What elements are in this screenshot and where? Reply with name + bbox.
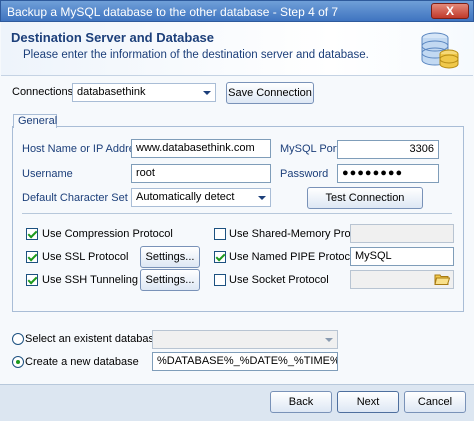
footer-bar	[0, 384, 474, 421]
shared-memory-checkbox[interactable]	[214, 228, 226, 240]
named-pipe-checkbox[interactable]	[214, 251, 226, 263]
next-button[interactable]: Next	[337, 391, 399, 413]
existent-database-radio[interactable]	[12, 333, 24, 345]
back-button[interactable]: Back	[270, 391, 332, 413]
existent-database-label: Select an existent database	[25, 333, 161, 345]
page-subtitle: Please enter the information of the dest…	[23, 49, 369, 61]
host-label: Host Name or IP Address	[22, 143, 146, 155]
shared-memory-input[interactable]	[350, 224, 454, 243]
new-database-label: Create a new database	[25, 356, 139, 368]
connections-dropdown[interactable]: databasethink	[72, 83, 216, 102]
close-button[interactable]: X	[431, 3, 469, 19]
divider	[22, 213, 452, 214]
charset-label: Default Character Set	[22, 192, 128, 204]
named-pipe-input[interactable]: MySQL	[350, 247, 454, 266]
compression-label: Use Compression Protocol	[42, 228, 173, 240]
ssl-checkbox[interactable]	[26, 251, 38, 263]
existent-database-dropdown[interactable]	[152, 330, 338, 349]
new-database-input[interactable]: %DATABASE%_%DATE%_%TIME%	[152, 352, 338, 371]
ssh-label: Use SSH Tunneling	[42, 274, 138, 286]
chevron-down-icon[interactable]	[254, 189, 270, 206]
socket-input[interactable]	[350, 270, 454, 289]
host-input[interactable]: www.databasethink.com	[131, 139, 271, 158]
username-input[interactable]: root	[131, 164, 271, 183]
page-title: Destination Server and Database	[11, 30, 215, 45]
ssh-checkbox[interactable]	[26, 274, 38, 286]
socket-label: Use Socket Protocol	[229, 274, 329, 286]
charset-value: Automatically detect	[136, 191, 235, 203]
connections-label: Connections	[12, 86, 74, 98]
wizard-header: Destination Server and Database Please e…	[1, 22, 473, 76]
port-label: MySQL Port	[280, 143, 340, 155]
test-connection-button[interactable]: Test Connection	[307, 187, 423, 209]
folder-open-icon[interactable]	[434, 272, 450, 286]
ssl-label: Use SSL Protocol	[42, 251, 129, 263]
chevron-down-icon[interactable]	[199, 84, 215, 101]
title-bar[interactable]: Backup a MySQL database to the other dat…	[0, 0, 474, 22]
ssh-settings-button[interactable]: Settings...	[140, 269, 200, 291]
ssl-settings-button[interactable]: Settings...	[140, 246, 200, 268]
tab-general[interactable]: General	[13, 114, 57, 128]
username-label: Username	[22, 168, 73, 180]
window-title: Backup a MySQL database to the other dat…	[7, 5, 339, 19]
compression-checkbox[interactable]	[26, 228, 38, 240]
new-database-radio[interactable]	[12, 356, 24, 368]
password-input[interactable]: ●●●●●●●●	[337, 164, 439, 183]
cancel-button[interactable]: Cancel	[404, 391, 466, 413]
chevron-down-icon[interactable]	[321, 331, 337, 348]
password-label: Password	[280, 168, 329, 180]
named-pipe-label: Use Named PIPE Protocol	[229, 251, 359, 263]
database-icon	[421, 32, 459, 69]
save-connection-button[interactable]: Save Connection	[226, 82, 314, 104]
charset-dropdown[interactable]: Automatically detect	[131, 188, 271, 207]
connections-value: databasethink	[77, 86, 146, 98]
socket-checkbox[interactable]	[214, 274, 226, 286]
port-input[interactable]: 3306	[337, 140, 439, 159]
